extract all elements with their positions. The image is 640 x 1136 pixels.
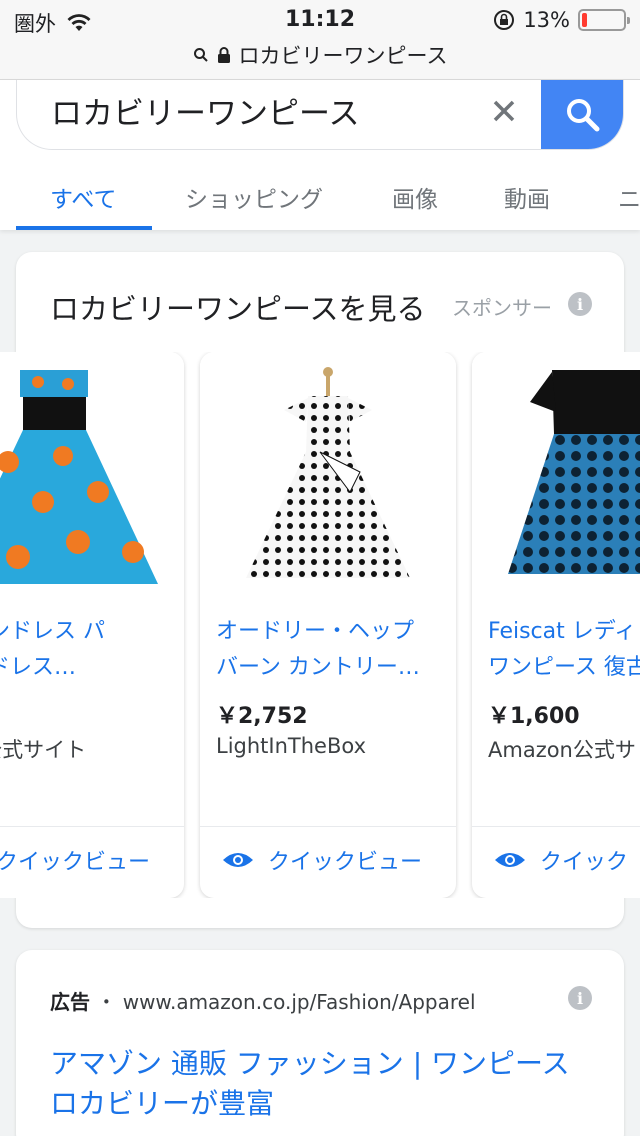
eye-icon [495, 853, 525, 867]
lock-icon [217, 47, 230, 63]
search-icon [567, 99, 600, 132]
ad-result-card: 広告 ・ www.amazon.co.jp/Fashion/Apparel i … [16, 950, 624, 1136]
search-icon [193, 48, 208, 62]
product-card[interactable]: Feiscat レディ ワンピース 復古 ￥1,600 Amazon公式サ クイ… [472, 352, 640, 898]
eye-icon [223, 853, 253, 867]
product-store: Amazon公式サ [488, 738, 636, 762]
product-image [0, 352, 184, 602]
search-header: ロカビリーワンピース すべて ショッピング 画像 動画 ニ [0, 80, 640, 230]
status-bar: 圏外 11:12 13% ロカビリーワンピース [0, 0, 640, 80]
divider [200, 826, 456, 827]
tab-shopping[interactable]: ショッピング [185, 180, 323, 214]
divider [0, 826, 184, 827]
product-name[interactable]: Feiscat レディ ワンピース 復古 [488, 614, 640, 686]
product-image [200, 352, 456, 602]
product-store: LightInTheBox [216, 734, 367, 758]
tab-images[interactable]: 画像 [392, 180, 438, 214]
divider [472, 826, 640, 827]
active-tab-indicator [16, 226, 152, 230]
quick-view-label: クイックビュー [0, 850, 151, 875]
search-box[interactable]: ロカビリーワンピース [16, 80, 624, 150]
product-card[interactable]: オードリー・ヘップ バーン カントリー… ￥2,752 LightInTheBo… [200, 352, 456, 898]
rotation-lock-icon [494, 10, 515, 30]
product-price: ￥2,752 [216, 704, 308, 729]
product-price: ￥1,600 [488, 704, 580, 729]
product-store: zon公式サイト [0, 738, 87, 762]
battery-level [582, 13, 587, 27]
status-right: 13% [493, 8, 630, 32]
quick-view-button[interactable]: クイックビュー [0, 840, 184, 880]
search-button[interactable] [541, 80, 623, 149]
search-tabs: すべて ショッピング 画像 動画 ニ [0, 172, 640, 230]
close-icon [493, 100, 515, 122]
shopping-title: ロカビリーワンピースを見る [50, 292, 426, 326]
ad-title-link[interactable]: アマゾン 通販 ファッション | ワンピースロカビリーが豊富 [50, 1044, 570, 1124]
tab-news[interactable]: ニ [618, 180, 640, 214]
ad-label: 広告 [50, 990, 90, 1014]
search-input[interactable]: ロカビリーワンピース [51, 88, 359, 133]
ad-url: www.amazon.co.jp/Fashion/Apparel [122, 990, 476, 1014]
product-name[interactable]: オードリー・ヘップ バーン カントリー… [216, 614, 446, 686]
info-icon[interactable]: i [568, 986, 592, 1010]
product-image [472, 352, 640, 602]
battery-percent: 13% [523, 8, 570, 32]
product-card[interactable]: ウィンドレス パ ィードレス… 9 zon公式サイト クイックビュー [0, 352, 184, 898]
clear-button[interactable] [479, 86, 529, 136]
product-name[interactable]: ウィンドレス パ ィードレス… [0, 614, 174, 686]
battery-icon [578, 9, 630, 31]
quick-view-button[interactable]: クイックビュー [200, 840, 456, 880]
product-carousel[interactable]: ウィンドレス パ ィードレス… 9 zon公式サイト クイックビュー [0, 352, 640, 898]
sponsor-label: スポンサー [452, 296, 552, 320]
tab-videos[interactable]: 動画 [504, 180, 550, 214]
url-bar[interactable]: ロカビリーワンピース [0, 40, 640, 70]
tab-all[interactable]: すべて [50, 180, 116, 214]
info-icon[interactable]: i [568, 292, 592, 316]
ad-separator: ・ [96, 990, 117, 1014]
quick-view-button[interactable]: クイック [472, 840, 640, 880]
quick-view-label: クイックビュー [268, 850, 423, 875]
quick-view-label: クイック [540, 850, 629, 875]
ad-source-line: 広告 ・ www.amazon.co.jp/Fashion/Apparel [50, 986, 476, 1015]
url-text: ロカビリーワンピース [238, 44, 448, 68]
